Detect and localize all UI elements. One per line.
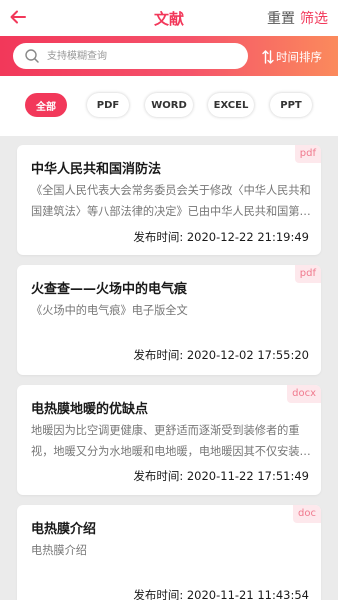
filter-chip-excel[interactable]: EXCEL xyxy=(208,93,254,117)
search-box[interactable] xyxy=(13,43,248,69)
file-type-badge: pdf xyxy=(294,265,321,283)
search-input[interactable] xyxy=(47,47,237,65)
document-card[interactable]: pdf 中华人民共和国消防法 《全国人民代表大会常务委员会关于修改〈中华人民共和… xyxy=(17,145,321,255)
document-title: 中华人民共和国消防法 xyxy=(31,162,162,177)
search-icon xyxy=(25,49,39,63)
document-title: 电热膜介绍 xyxy=(31,522,97,537)
filter-chip-word[interactable]: WORD xyxy=(145,93,193,117)
reset-button[interactable]: 重置 xyxy=(267,8,295,28)
document-title: 电热膜地暖的优缺点 xyxy=(31,402,149,417)
publish-time: 发布时间: 2020-11-22 17:51:49 xyxy=(133,469,309,483)
file-type-badge: docx xyxy=(287,385,321,403)
document-description: 《全国人民代表大会常务委员会关于修改〈中华人民共和国建筑法〉等八部法律的决定》已… xyxy=(31,184,311,218)
publish-time: 发布时间: 2020-12-22 21:19:49 xyxy=(133,230,309,244)
document-description: 电热膜介绍 xyxy=(31,544,87,557)
sort-arrows-icon xyxy=(262,50,274,64)
sort-label: 时间排序 xyxy=(276,50,322,64)
filter-chip-pdf[interactable]: PDF xyxy=(87,93,129,117)
file-type-badge: doc xyxy=(293,505,321,523)
publish-time: 发布时间: 2020-11-21 11:43:54 xyxy=(133,588,309,600)
document-card[interactable]: doc 电热膜介绍 电热膜介绍 发布时间: 2020-11-21 11:43:5… xyxy=(17,505,321,600)
document-description: 《火场中的电气痕》电子版全文 xyxy=(31,304,188,317)
document-card[interactable]: docx 电热膜地暖的优缺点 地暖因为比空调更健康、更舒适而逐渐受到装修者的重视… xyxy=(17,385,321,495)
filter-chip-ppt[interactable]: PPT xyxy=(270,93,312,117)
filter-chip-all[interactable]: 全部 xyxy=(25,93,67,117)
document-description: 地暖因为比空调更健康、更舒适而逐渐受到装修者的重视，地暖又分为水地暖和电地暖，电… xyxy=(31,424,311,458)
filter-button[interactable]: 筛选 xyxy=(300,8,328,28)
document-card[interactable]: pdf 火查查——火场中的电气痕 《火场中的电气痕》电子版全文 发布时间: 20… xyxy=(17,265,321,375)
document-title: 火查查——火场中的电气痕 xyxy=(31,282,188,297)
search-bar: 时间排序 xyxy=(0,36,338,76)
sort-by-time-button[interactable]: 时间排序 xyxy=(262,47,322,67)
publish-time: 发布时间: 2020-12-02 17:55:20 xyxy=(133,348,309,362)
top-bar: 文献 重置 筛选 xyxy=(0,0,338,36)
file-type-badge: pdf xyxy=(294,145,321,163)
type-filter-bar: 全部 PDF WORD EXCEL PPT xyxy=(0,76,338,136)
